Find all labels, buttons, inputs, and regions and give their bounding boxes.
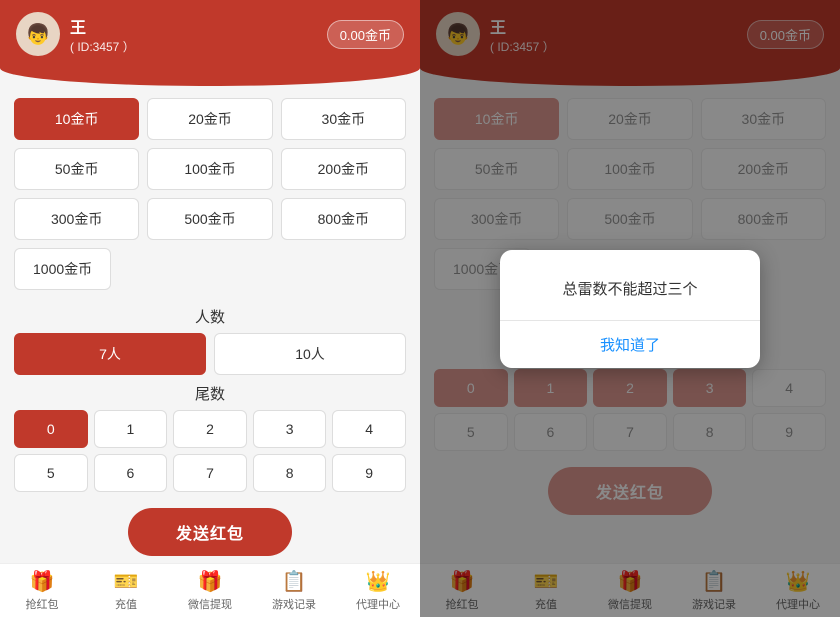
left-balance: 0.00金币 xyxy=(327,20,404,49)
coin-btn-20[interactable]: 20金币 xyxy=(147,98,272,140)
coin-btn-1000[interactable]: 1000金币 xyxy=(14,248,111,290)
nav-records-label: 游戏记录 xyxy=(272,596,316,612)
dialog-overlay[interactable]: 总雷数不能超过三个 我知道了 xyxy=(420,0,840,617)
digit-btn-4[interactable]: 4 xyxy=(332,410,406,448)
digit-btn-2[interactable]: 2 xyxy=(173,410,247,448)
left-people-row: 7人 10人 xyxy=(14,333,406,375)
coin-btn-50[interactable]: 50金币 xyxy=(14,148,139,190)
left-bottom-nav: 🎁 抢红包 🎫 充值 🎁 微信提现 📋 游戏记录 👑 代理中心 xyxy=(0,563,420,617)
left-user-name: 王 xyxy=(70,14,135,38)
agent-icon: 👑 xyxy=(366,569,391,594)
left-people-label: 人数 xyxy=(14,306,406,327)
nav-withdraw-label: 微信提现 xyxy=(188,596,232,612)
avatar-icon: 👦 xyxy=(26,22,51,47)
left-header: 👦 王 ( ID:3457 ） 0.00金币 xyxy=(0,0,420,68)
records-icon: 📋 xyxy=(282,569,307,594)
digit-btn-7[interactable]: 7 xyxy=(173,454,247,492)
left-coin-grid: 10金币 20金币 30金币 50金币 100金币 200金币 300金币 50… xyxy=(14,98,406,240)
coin-btn-30[interactable]: 30金币 xyxy=(281,98,406,140)
people-btn-10[interactable]: 10人 xyxy=(214,333,406,375)
coin-btn-100[interactable]: 100金币 xyxy=(147,148,272,190)
digit-btn-3[interactable]: 3 xyxy=(253,410,327,448)
left-nav-agent[interactable]: 👑 代理中心 xyxy=(336,564,420,617)
people-btn-7[interactable]: 7人 xyxy=(14,333,206,375)
digit-btn-1[interactable]: 1 xyxy=(94,410,168,448)
dialog-confirm-button[interactable]: 我知道了 xyxy=(500,321,760,368)
coin-btn-800[interactable]: 800金币 xyxy=(281,198,406,240)
left-panel: 👦 王 ( ID:3457 ） 0.00金币 10金币 20金币 30金币 50… xyxy=(0,0,420,617)
left-tail-label: 尾数 xyxy=(14,383,406,404)
left-digit-grid: 0 1 2 3 4 5 6 7 8 9 xyxy=(14,410,406,492)
digit-btn-0[interactable]: 0 xyxy=(14,410,88,448)
coin-btn-10[interactable]: 10金币 xyxy=(14,98,139,140)
coin-btn-300[interactable]: 300金币 xyxy=(14,198,139,240)
alert-dialog: 总雷数不能超过三个 我知道了 xyxy=(500,250,760,368)
left-nav-recharge[interactable]: 🎫 充值 xyxy=(84,564,168,617)
left-user-info: 👦 王 ( ID:3457 ） xyxy=(16,12,135,56)
coin-btn-500[interactable]: 500金币 xyxy=(147,198,272,240)
digit-btn-9[interactable]: 9 xyxy=(332,454,406,492)
nav-agent-label: 代理中心 xyxy=(356,596,400,612)
left-send-wrap: 发送红包 xyxy=(14,500,406,560)
left-send-button[interactable]: 发送红包 xyxy=(128,508,292,556)
right-panel: 👦 王 ( ID:3457 ） 0.00金币 10金币 20金币 30金币 50… xyxy=(420,0,840,617)
withdraw-icon: 🎁 xyxy=(198,569,223,594)
digit-btn-5[interactable]: 5 xyxy=(14,454,88,492)
left-nav-withdraw[interactable]: 🎁 微信提现 xyxy=(168,564,252,617)
grab-icon: 🎁 xyxy=(30,569,55,594)
digit-btn-6[interactable]: 6 xyxy=(94,454,168,492)
nav-grab-label: 抢红包 xyxy=(26,596,59,612)
left-user-id: ( ID:3457 ） xyxy=(70,38,135,55)
left-user-details: 王 ( ID:3457 ） xyxy=(70,14,135,55)
left-avatar: 👦 xyxy=(16,12,60,56)
left-content: 10金币 20金币 30金币 50金币 100金币 200金币 300金币 50… xyxy=(0,90,420,563)
recharge-icon: 🎫 xyxy=(114,569,139,594)
coin-btn-200[interactable]: 200金币 xyxy=(281,148,406,190)
digit-btn-8[interactable]: 8 xyxy=(253,454,327,492)
nav-recharge-label: 充值 xyxy=(115,596,137,612)
left-nav-records[interactable]: 📋 游戏记录 xyxy=(252,564,336,617)
left-nav-grab[interactable]: 🎁 抢红包 xyxy=(0,564,84,617)
dialog-message: 总雷数不能超过三个 xyxy=(500,250,760,320)
